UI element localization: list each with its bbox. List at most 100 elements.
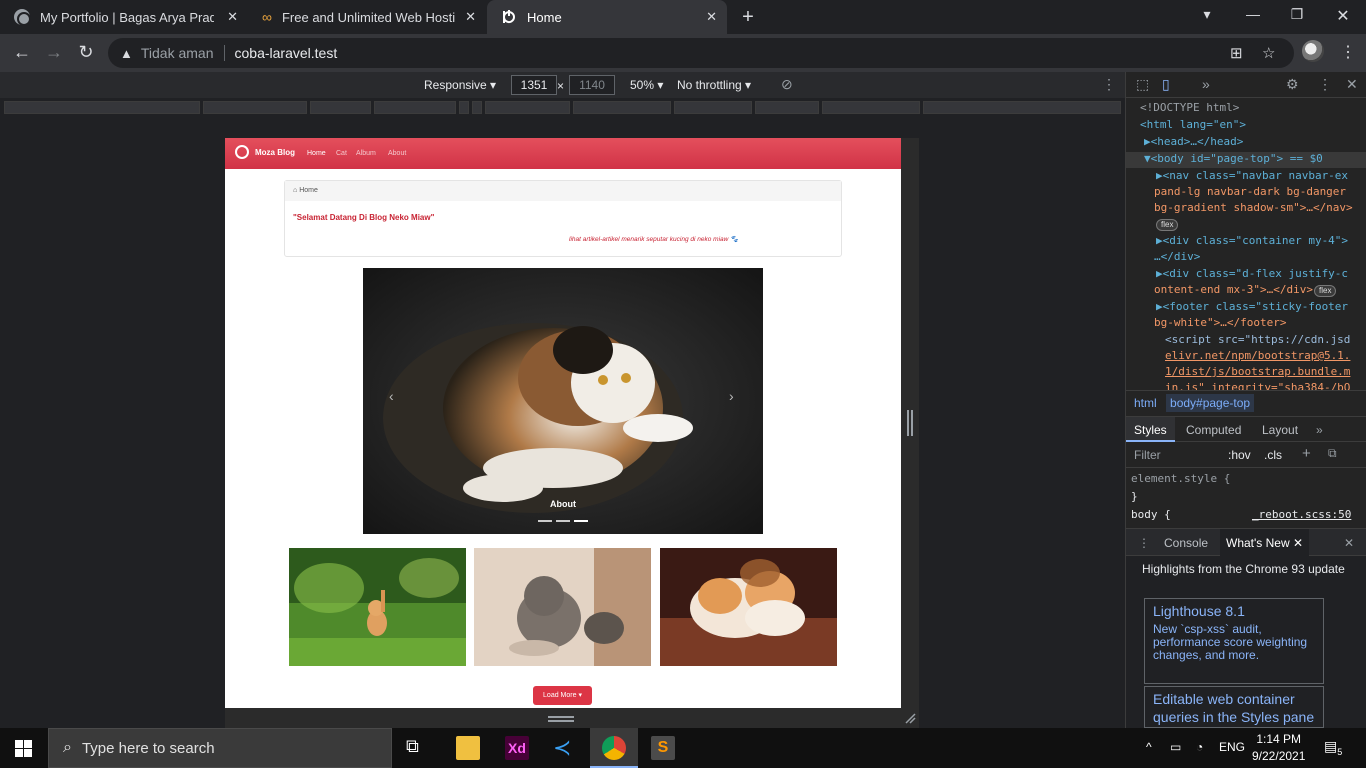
carousel-indicator[interactable] <box>556 520 570 522</box>
element-style-selector[interactable]: element.style { <box>1131 470 1230 488</box>
wifi-icon[interactable]: ◔ <box>1196 740 1203 754</box>
adobe-xd-icon[interactable]: Xd <box>505 736 529 760</box>
forward-button[interactable]: → <box>44 42 64 63</box>
windows-start-icon[interactable] <box>15 740 32 757</box>
crumb-body[interactable]: body#page-top <box>1166 394 1255 412</box>
notification-icon[interactable]: ▤5 <box>1324 738 1342 757</box>
sublime-text-icon[interactable]: S <box>651 736 675 760</box>
nav-link-about[interactable]: About <box>388 150 406 157</box>
dom-node[interactable]: ▶<div class="d-flex justify-c <box>1156 266 1348 283</box>
vscode-icon[interactable]: ≺ <box>553 736 577 760</box>
drawer-menu-icon[interactable]: ⋮ <box>1138 536 1150 550</box>
media-query-segment[interactable] <box>459 101 469 114</box>
load-more-button[interactable]: Load More ▾ <box>533 686 592 705</box>
media-query-segment[interactable] <box>203 101 307 114</box>
security-label[interactable]: Tidak aman <box>141 45 214 61</box>
url-text[interactable]: coba-laravel.test <box>235 45 338 61</box>
zoom-select[interactable]: 50% ▾ <box>630 78 663 92</box>
media-query-segment[interactable] <box>923 101 1121 114</box>
add-rule-icon[interactable]: + <box>1302 445 1311 462</box>
media-query-segment[interactable] <box>310 101 371 114</box>
reload-button[interactable]: ↻ <box>76 42 96 63</box>
tab-styles[interactable]: Styles <box>1126 417 1175 442</box>
task-view-icon[interactable]: ⧉ <box>406 736 430 760</box>
flex-badge[interactable]: flex <box>1156 219 1179 231</box>
carousel-next-icon[interactable]: › <box>729 388 734 404</box>
taskbar-search[interactable]: ⌕ Type here to search <box>48 728 392 768</box>
new-tab-button[interactable]: + <box>738 6 758 29</box>
dom-node[interactable]: <html lang="en"> <box>1140 117 1246 134</box>
more-style-tabs-icon[interactable]: » <box>1316 423 1323 437</box>
bookmark-star-icon[interactable]: ☆ <box>1262 44 1275 62</box>
rule-source-link[interactable]: _reboot.scss:50 <box>1252 506 1351 524</box>
tab-portfolio[interactable]: My Portfolio | Bagas Arya Pradipta ✕ <box>0 0 248 34</box>
tab-search-icon[interactable]: ▾ <box>1197 6 1217 23</box>
chrome-taskbar-slot[interactable] <box>590 728 638 768</box>
viewport-height-input[interactable]: 1140 <box>569 75 615 95</box>
carousel-prev-icon[interactable]: ‹ <box>389 388 394 404</box>
carousel-indicator[interactable] <box>538 520 552 522</box>
album-thumb[interactable] <box>660 548 837 666</box>
drawer-tab-whats-new[interactable]: What's New ✕ <box>1220 529 1310 556</box>
dom-node[interactable]: ▶<nav class="navbar navbar-ex <box>1156 168 1348 185</box>
nav-link-home[interactable]: Home <box>307 150 326 157</box>
browser-menu-icon[interactable]: ⋮ <box>1340 42 1356 62</box>
viewport-resize-handle[interactable] <box>548 716 574 722</box>
media-query-segment[interactable] <box>573 101 671 114</box>
site-brand[interactable]: Moza Blog <box>235 145 295 159</box>
show-hidden-icons-icon[interactable]: ^ <box>1146 740 1152 754</box>
device-options-icon[interactable]: ⋮ <box>1102 76 1116 93</box>
news-card[interactable]: Lighthouse 8.1 New `csp-xss` audit, perf… <box>1144 598 1324 684</box>
taskbar-clock[interactable]: 1:14 PM 9/22/2021 <box>1252 731 1305 765</box>
tab-layout[interactable]: Layout <box>1262 423 1298 437</box>
devtools-menu-icon[interactable]: ⋮ <box>1318 76 1332 93</box>
drawer-close-icon[interactable]: ✕ <box>1344 536 1354 550</box>
tab-close-icon[interactable]: ✕ <box>706 9 717 25</box>
filter-input[interactable]: Filter <box>1134 448 1161 462</box>
toggle-sidebar-icon[interactable]: ⧉ <box>1328 446 1337 461</box>
nav-link-album[interactable]: Album <box>356 150 376 157</box>
album-thumb[interactable] <box>474 548 651 666</box>
tab-home[interactable]: Home ✕ <box>487 0 727 34</box>
settings-gear-icon[interactable]: ⚙ <box>1286 76 1299 93</box>
media-query-segment[interactable] <box>674 101 752 114</box>
media-query-segment[interactable] <box>485 101 570 114</box>
translate-icon[interactable]: ⊞ <box>1230 44 1243 62</box>
flex-badge[interactable]: flex <box>1314 285 1337 297</box>
device-toggle-icon[interactable]: ▯ <box>1162 76 1170 93</box>
file-explorer-icon[interactable] <box>456 736 480 760</box>
cls-toggle[interactable]: .cls <box>1264 448 1282 462</box>
body-rule[interactable]: body { _reboot.scss:50 <box>1131 506 1351 524</box>
media-query-segment[interactable] <box>4 101 200 114</box>
tab-close-icon[interactable]: ✕ <box>465 9 476 25</box>
hov-toggle[interactable]: :hov <box>1228 448 1251 462</box>
rotate-icon[interactable]: ⊘ <box>781 76 793 93</box>
dom-node[interactable]: <!DOCTYPE html> <box>1140 100 1239 117</box>
throttling-select[interactable]: No throttling ▾ <box>677 78 751 92</box>
dom-node[interactable]: <script src="https://cdn.jsd <box>1165 332 1350 349</box>
media-query-segment[interactable] <box>374 101 456 114</box>
omnibox[interactable]: ▲ Tidak aman coba-laravel.test ⊞ ☆ <box>108 38 1294 68</box>
tab-computed[interactable]: Computed <box>1186 423 1241 437</box>
cat-carousel[interactable]: ‹ › About <box>363 268 763 534</box>
resize-corner-icon[interactable] <box>904 712 916 724</box>
dom-node[interactable]: ▶<footer class="sticky-footer <box>1156 299 1348 316</box>
close-window-button[interactable]: ✕ <box>1333 6 1353 26</box>
tab-close-icon[interactable]: ✕ <box>227 9 238 25</box>
device-mode-select[interactable]: Responsive ▾ <box>424 78 496 92</box>
inspect-element-icon[interactable]: ⬚ <box>1136 76 1149 93</box>
media-query-segment[interactable] <box>755 101 819 114</box>
media-query-segment[interactable] <box>472 101 482 114</box>
viewport-width-handle[interactable] <box>907 410 913 436</box>
crumb-html[interactable]: html <box>1134 396 1157 410</box>
album-thumb[interactable] <box>289 548 466 666</box>
back-button[interactable]: ← <box>12 42 32 63</box>
viewport-width-input[interactable]: 1351 <box>511 75 557 95</box>
dom-node[interactable]: ▶<div class="container my-4"> <box>1156 233 1348 250</box>
more-tabs-icon[interactable]: » <box>1202 76 1210 92</box>
devtools-close-icon[interactable]: ✕ <box>1346 76 1358 93</box>
minimize-button[interactable]: — <box>1243 6 1263 22</box>
battery-icon[interactable]: ▭ <box>1170 740 1181 754</box>
nav-link-cat[interactable]: Cat <box>336 150 347 157</box>
maximize-button[interactable]: ❐ <box>1287 6 1307 23</box>
